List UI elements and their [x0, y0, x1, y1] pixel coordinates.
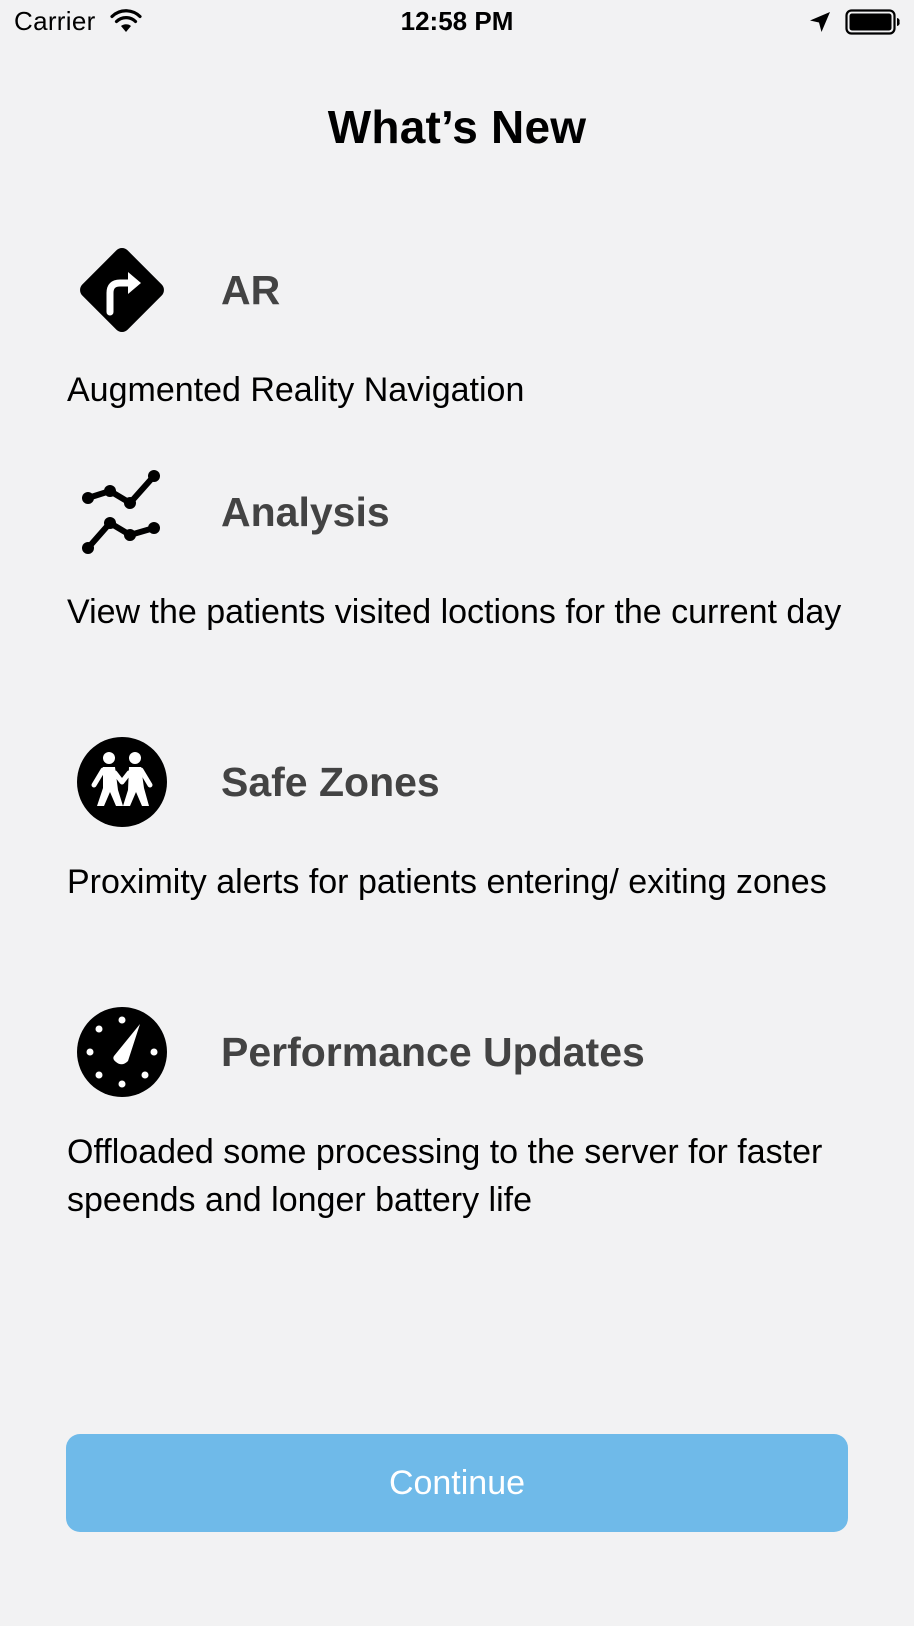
feature-title-performance-updates: Performance Updates	[221, 1029, 645, 1075]
status-bar: Carrier 12:58 PM	[0, 0, 914, 44]
feature-title-ar: AR	[221, 267, 281, 313]
feature-description-ar: Augmented Reality Navigation	[67, 371, 525, 409]
status-time: 12:58 PM	[400, 6, 514, 36]
feature-description-performance-updates: Offloaded some processing to the server …	[67, 1133, 823, 1219]
feature-description-analysis: View the patients visited loctions for t…	[67, 593, 842, 631]
continue-button[interactable]: Continue	[66, 1434, 848, 1532]
feature-description-safe-zones: Proximity alerts for patients entering/ …	[67, 863, 827, 901]
page-title: What’s New	[327, 101, 587, 153]
location-arrow-icon	[810, 12, 830, 32]
battery-icon	[845, 9, 900, 35]
walking-people-icon	[77, 737, 167, 827]
feature-title-safe-zones: Safe Zones	[221, 759, 440, 805]
line-chart-icon	[82, 470, 160, 554]
speedometer-icon	[77, 1007, 167, 1097]
feature-title-analysis: Analysis	[221, 489, 390, 535]
turn-right-sign-icon	[80, 248, 164, 332]
